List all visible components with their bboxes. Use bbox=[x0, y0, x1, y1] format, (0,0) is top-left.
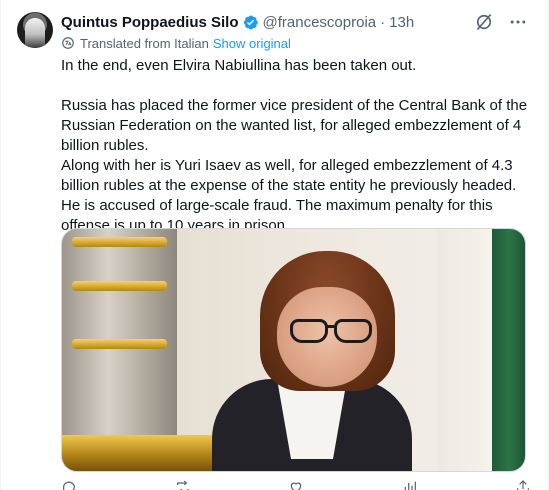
photo-wall-panel bbox=[437, 229, 492, 471]
tweet-paragraph-2: Russia has placed the former vice presid… bbox=[61, 97, 528, 154]
photo-gold-ring bbox=[72, 237, 167, 247]
header-separator: · bbox=[380, 13, 386, 31]
views-icon bbox=[404, 481, 416, 490]
photo-glasses-right bbox=[334, 319, 372, 343]
grok-icon[interactable] bbox=[474, 12, 494, 32]
reply-icon bbox=[63, 481, 75, 490]
author-display-name[interactable]: Quintus Poppaedius Silo bbox=[61, 14, 239, 31]
tweet-action-bar bbox=[61, 480, 531, 490]
more-icon[interactable] bbox=[508, 12, 528, 32]
tweet-paragraph-3: Along with her is Yuri Isaev as well, fo… bbox=[61, 157, 517, 234]
repost-icon bbox=[176, 480, 189, 490]
avatar[interactable] bbox=[17, 12, 53, 48]
tweet-timestamp[interactable]: 13h bbox=[389, 14, 414, 31]
translate-icon bbox=[62, 37, 74, 49]
tweet-paragraph-1: In the end, even Elvira Nabiullina has b… bbox=[61, 57, 417, 74]
top-actions bbox=[474, 12, 528, 32]
author-handle[interactable]: @francescoproia bbox=[263, 14, 377, 31]
tweet-text: In the end, even Elvira Nabiullina has b… bbox=[61, 56, 531, 236]
tweet-header: Quintus Poppaedius Silo @francescoproia … bbox=[61, 12, 414, 32]
tweet-photo[interactable] bbox=[61, 228, 526, 472]
translation-label: Translated from Italian bbox=[80, 35, 209, 51]
show-original-link[interactable]: Show original bbox=[213, 36, 291, 51]
avatar-figure bbox=[25, 18, 45, 48]
photo-green-panel bbox=[492, 229, 525, 471]
photo-gold-ring bbox=[72, 281, 167, 291]
photo-glasses-bridge bbox=[326, 325, 334, 328]
reply-button[interactable] bbox=[61, 479, 77, 490]
like-button[interactable] bbox=[288, 479, 304, 490]
share-button[interactable] bbox=[515, 479, 531, 490]
repost-button[interactable] bbox=[175, 479, 191, 490]
verified-badge-icon bbox=[243, 15, 258, 29]
photo-glasses-left bbox=[290, 319, 328, 343]
like-icon bbox=[290, 482, 302, 490]
photo-gold-ring bbox=[72, 339, 167, 349]
translation-notice: Translated from Italian Show original bbox=[61, 35, 291, 51]
share-icon bbox=[517, 480, 529, 490]
tweet-card[interactable]: Quintus Poppaedius Silo @francescoproia … bbox=[0, 0, 549, 490]
views-button[interactable] bbox=[402, 479, 418, 490]
